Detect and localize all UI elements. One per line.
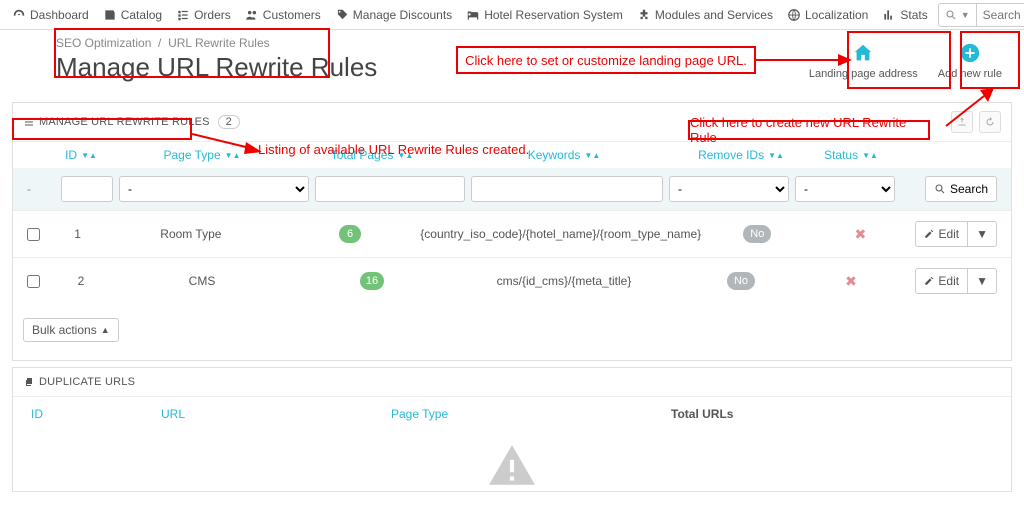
global-search: ▼ <box>938 3 1024 27</box>
panel-title: DUPLICATE URLS <box>39 376 135 388</box>
nav-stats[interactable]: Stats <box>876 0 933 30</box>
pages-badge: 6 <box>339 225 361 243</box>
col-status[interactable]: Status▼▲ <box>824 148 878 162</box>
col-keywords[interactable]: Keywords▼▲ <box>528 148 601 162</box>
pages-badge: 16 <box>360 272 384 290</box>
edit-dropdown[interactable]: ▼ <box>967 222 996 246</box>
filter-page-type[interactable]: - <box>119 176 309 202</box>
edit-button[interactable]: Edit▼ <box>915 268 997 294</box>
filter-row: - - - - Search <box>13 168 1011 210</box>
filter-id[interactable] <box>61 176 113 202</box>
search-input[interactable] <box>977 8 1024 22</box>
export-button[interactable] <box>951 111 973 133</box>
pencil-icon <box>924 229 934 239</box>
breadcrumb: SEO Optimization / URL Rewrite Rules <box>56 36 377 50</box>
filter-search-button[interactable]: Search <box>925 176 997 202</box>
nav-modules[interactable]: Modules and Services <box>631 0 779 30</box>
edit-dropdown[interactable]: ▼ <box>967 269 996 293</box>
page-header: SEO Optimization / URL Rewrite Rules Man… <box>0 30 1024 96</box>
status-disabled-icon[interactable]: ✖ <box>854 226 866 243</box>
filter-status[interactable]: - <box>795 176 895 202</box>
dup-col-page-type[interactable]: Page Type <box>391 407 661 421</box>
col-id[interactable]: ID▼▲ <box>65 148 97 162</box>
table-row[interactable]: 2 CMS 16 cms/{id_cms}/{meta_title} No ✖ … <box>13 257 1011 304</box>
add-new-rule-button[interactable]: Add new rule <box>932 36 1008 86</box>
duplicate-urls-panel: DUPLICATE URLS ID URL Page Type Total UR… <box>12 367 1012 492</box>
landing-page-button[interactable]: Landing page address <box>803 36 924 86</box>
filter-remove-ids[interactable]: - <box>669 176 789 202</box>
empty-warning-icon <box>13 431 1011 491</box>
no-badge: No <box>727 272 755 290</box>
pencil-icon <box>924 276 934 286</box>
nav-orders[interactable]: Orders <box>170 0 237 30</box>
edit-button[interactable]: Edit▼ <box>915 221 997 247</box>
search-filter-dropdown[interactable]: ▼ <box>939 4 977 26</box>
dup-table-header: ID URL Page Type Total URLs <box>13 397 1011 431</box>
status-disabled-icon[interactable]: ✖ <box>845 273 857 290</box>
home-icon <box>852 42 874 64</box>
select-all[interactable]: - <box>27 182 31 196</box>
page-title: Manage URL Rewrite Rules <box>56 52 377 83</box>
rules-panel: MANAGE URL REWRITE RULES 2 ID▼▲ Page Typ… <box>12 102 1012 361</box>
refresh-button[interactable] <box>979 111 1001 133</box>
col-remove-ids[interactable]: Remove IDs▼▲ <box>698 148 784 162</box>
nav-catalog[interactable]: Catalog <box>97 0 168 30</box>
filter-total-pages[interactable] <box>315 176 465 202</box>
dup-col-total: Total URLs <box>671 407 993 421</box>
bulk-actions-button[interactable]: Bulk actions▲ <box>23 318 119 342</box>
nav-localization[interactable]: Localization <box>781 0 874 30</box>
no-badge: No <box>743 225 771 243</box>
nav-dashboard[interactable]: Dashboard <box>6 0 95 30</box>
nav-customers[interactable]: Customers <box>239 0 327 30</box>
search-icon <box>934 183 946 195</box>
annot-text-listing: Listing of available URL Rewrite Rules c… <box>258 142 529 157</box>
filter-keywords[interactable] <box>471 176 663 202</box>
row-checkbox[interactable] <box>27 275 40 288</box>
panel-title: MANAGE URL REWRITE RULES <box>39 116 210 128</box>
table-row[interactable]: 1 Room Type 6 {country_iso_code}/{hotel_… <box>13 210 1011 257</box>
nav-hotel[interactable]: Hotel Reservation System <box>460 0 629 30</box>
top-nav: Dashboard Catalog Orders Customers Manag… <box>0 0 1024 30</box>
col-page-type[interactable]: Page Type▼▲ <box>163 148 240 162</box>
list-icon <box>23 116 35 128</box>
dup-col-id[interactable]: ID <box>31 407 151 421</box>
nav-discounts[interactable]: Manage Discounts <box>329 0 458 30</box>
plus-circle-icon <box>959 42 981 64</box>
copy-icon <box>23 376 35 388</box>
rules-count-badge: 2 <box>218 115 240 129</box>
row-checkbox[interactable] <box>27 228 40 241</box>
dup-col-url[interactable]: URL <box>161 407 381 421</box>
